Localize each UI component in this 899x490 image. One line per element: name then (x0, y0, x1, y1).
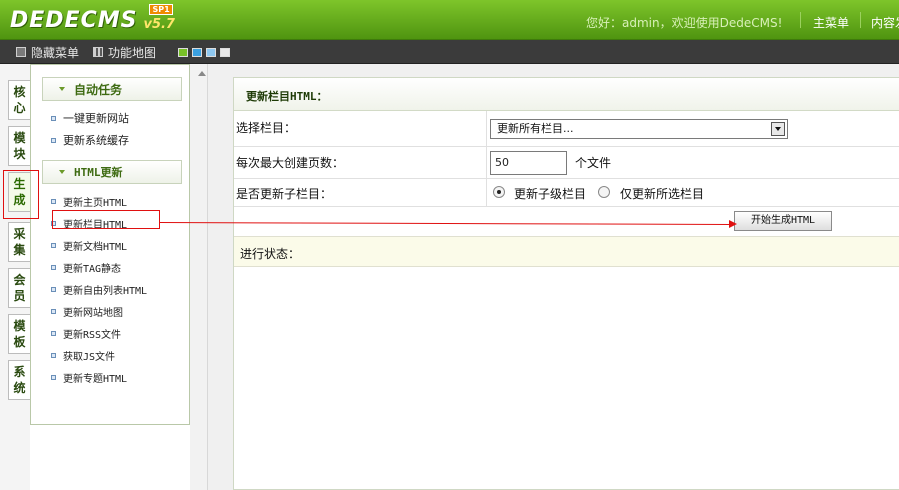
hide-menu-button[interactable]: 隐藏菜单 (16, 44, 79, 60)
header-divider (860, 12, 861, 28)
logo-text: DEDECMS (10, 8, 138, 33)
row-select-column: 选择栏目： 更新所有栏目... (234, 111, 899, 147)
progress-status-row: 进行状态： (234, 236, 899, 267)
start-generate-button[interactable]: 开始生成HTML (734, 211, 832, 231)
menu-item-get-js[interactable]: 获取JS文件 (51, 347, 115, 363)
bullet-icon (51, 137, 56, 143)
column-select-value: 更新所有栏目... (497, 122, 574, 135)
radio-update-subcolumns[interactable] (493, 186, 505, 198)
grid-icon (93, 47, 103, 57)
menu-item-update-site[interactable]: 一键更新网站 (51, 110, 129, 126)
scroll-up-arrow-icon[interactable] (198, 71, 206, 76)
collapse-arrow-icon (59, 170, 65, 174)
menu-item-update-freelist[interactable]: 更新自由列表HTML (51, 281, 147, 297)
welcome-text: 您好：admin，欢迎使用DedeCMS! (586, 16, 783, 30)
radio-selected-only-label[interactable]: 仅更新所选栏目 (620, 185, 704, 202)
window-icon (16, 47, 26, 57)
annotation-highlight-menu-item (52, 210, 160, 229)
bullet-icon (51, 198, 56, 204)
max-pages-label: 每次最大创建页数： (236, 156, 345, 170)
column-divider (486, 147, 487, 178)
bullet-icon (51, 308, 56, 314)
theme-swatch-gray[interactable] (220, 48, 230, 57)
vtab-modules[interactable]: 模块 (8, 126, 30, 166)
vertical-tab-bar: 核心 模块 生成 采集 会员 模板 系统 (0, 64, 30, 490)
theme-swatch-green[interactable] (178, 48, 188, 57)
menu-item-update-topics[interactable]: 更新专题HTML (51, 369, 127, 385)
column-divider (486, 179, 487, 206)
dedecms-logo: DEDECMS SP1 v5.7 (10, 4, 175, 34)
header-divider (800, 12, 801, 28)
theme-swatch-blue[interactable] (192, 48, 202, 57)
vtab-core[interactable]: 核心 (8, 80, 30, 120)
menu-item-update-tags[interactable]: 更新TAG静态 (51, 259, 121, 275)
left-menu-panel: 自动任务 一键更新网站 更新系统缓存 HTML更新 更新主页HTML 更新栏目H… (30, 64, 190, 425)
vtab-templates[interactable]: 模板 (8, 314, 30, 354)
radio-update-subcolumns-label[interactable]: 更新子级栏目 (514, 185, 586, 202)
bullet-icon (51, 286, 56, 292)
theme-swatch-lightblue[interactable] (206, 48, 216, 57)
radio-selected-only[interactable] (598, 186, 610, 198)
collapse-arrow-icon (59, 87, 65, 91)
form-title: 更新栏目HTML： (246, 90, 328, 103)
vtab-system[interactable]: 系统 (8, 360, 30, 400)
column-select[interactable]: 更新所有栏目... (490, 119, 788, 139)
dropdown-arrow-icon[interactable] (771, 122, 785, 136)
menu-item-update-sitemap[interactable]: 更新网站地图 (51, 303, 123, 319)
bullet-icon (51, 330, 56, 336)
bullet-icon (51, 352, 56, 358)
menu-item-update-docs[interactable]: 更新文档HTML (51, 237, 127, 253)
pages-unit-label: 个文件 (575, 156, 612, 170)
update-subcolumns-label: 是否更新子栏目： (236, 187, 333, 201)
vtab-members[interactable]: 会员 (8, 268, 30, 308)
menu-section-html-update[interactable]: HTML更新 (42, 160, 182, 184)
menu-item-update-rss[interactable]: 更新RSS文件 (51, 325, 121, 341)
menu-item-update-cache[interactable]: 更新系统缓存 (51, 132, 129, 148)
bullet-icon (51, 115, 56, 121)
logo-sp-badge: SP1 (149, 4, 173, 15)
row-max-pages: 每次最大创建页数： 50 个文件 (234, 147, 899, 179)
toolbar: 隐藏菜单 功能地图 (0, 40, 899, 64)
column-divider (486, 111, 487, 146)
select-column-label: 选择栏目： (236, 121, 297, 135)
bullet-icon (51, 374, 56, 380)
menu-item-update-home[interactable]: 更新主页HTML (51, 193, 127, 209)
max-pages-input[interactable]: 50 (490, 151, 567, 175)
bullet-icon (51, 264, 56, 270)
form-title-bar: 更新栏目HTML： (234, 78, 899, 111)
hide-menu-label: 隐藏菜单 (31, 45, 80, 60)
content-link[interactable]: 内容发 (871, 14, 899, 31)
site-map-label: 功能地图 (108, 45, 157, 60)
logo-version: SP1 v5.7 (143, 4, 175, 34)
top-header: DEDECMS SP1 v5.7 您好：admin，欢迎使用DedeCMS! 主… (0, 0, 899, 40)
update-column-form: 更新栏目HTML： 选择栏目： 更新所有栏目... 每次最大创建页数： 50 个… (233, 77, 899, 490)
menu-section-auto-tasks[interactable]: 自动任务 (42, 77, 182, 101)
vtab-collect[interactable]: 采集 (8, 222, 30, 262)
annotation-highlight-generate-tab (3, 170, 39, 219)
site-map-button[interactable]: 功能地图 (93, 44, 156, 60)
bullet-icon (51, 242, 56, 248)
row-update-subcolumns: 是否更新子栏目： 更新子级栏目 仅更新所选栏目 (234, 179, 899, 207)
annotation-arrow-head (729, 220, 737, 228)
status-label: 进行状态： (240, 247, 301, 261)
main-menu-link[interactable]: 主菜单 (813, 14, 849, 31)
version-text: v5.7 (143, 17, 175, 32)
menu-scroll-strip[interactable] (190, 64, 208, 490)
